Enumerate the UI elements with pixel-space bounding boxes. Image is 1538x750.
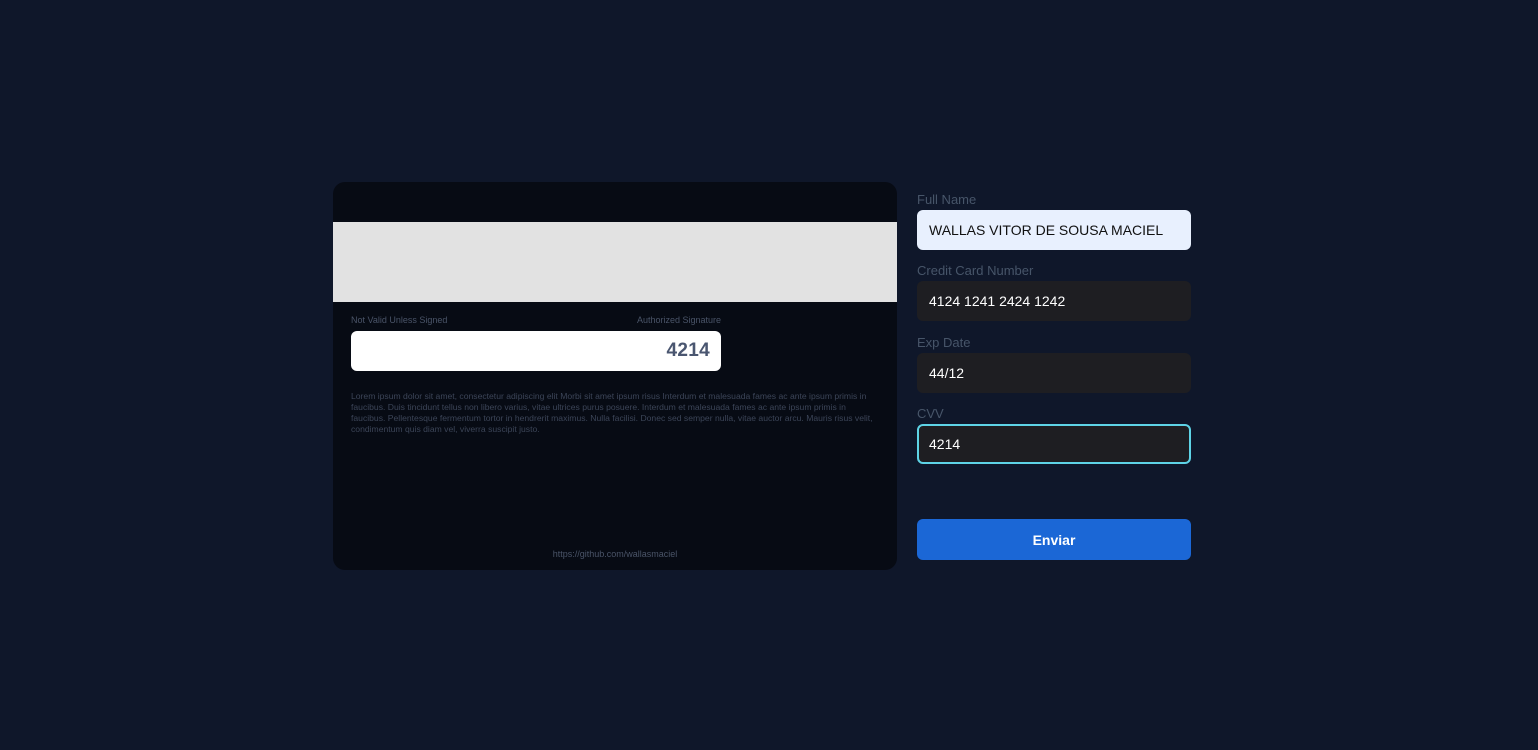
card-legal-text: Lorem ipsum dolor sit amet, consectetur … xyxy=(351,391,873,434)
authorized-signature-label: Authorized Signature xyxy=(636,315,721,325)
card-footer-link: https://github.com/wallasmaciel xyxy=(552,549,678,559)
magnetic-stripe xyxy=(333,222,897,302)
exp-date-label: Exp Date xyxy=(917,335,971,350)
cvv-input[interactable] xyxy=(917,424,1191,464)
not-valid-label: Not Valid Unless Signed xyxy=(351,315,448,325)
page: Not Valid Unless Signed Authorized Signa… xyxy=(0,0,1538,750)
exp-date-input[interactable] xyxy=(917,353,1191,393)
cvv-label: CVV xyxy=(917,406,944,421)
card-number-input[interactable] xyxy=(917,281,1191,321)
full-name-input[interactable] xyxy=(917,210,1191,250)
full-name-label: Full Name xyxy=(917,192,977,207)
signature-panel: 4214 xyxy=(351,331,721,371)
submit-button[interactable]: Enviar xyxy=(917,519,1191,560)
credit-card-back: Not Valid Unless Signed Authorized Signa… xyxy=(333,182,897,570)
card-cvv-display: 4214 xyxy=(666,340,710,361)
card-number-label: Credit Card Number xyxy=(917,263,1034,278)
